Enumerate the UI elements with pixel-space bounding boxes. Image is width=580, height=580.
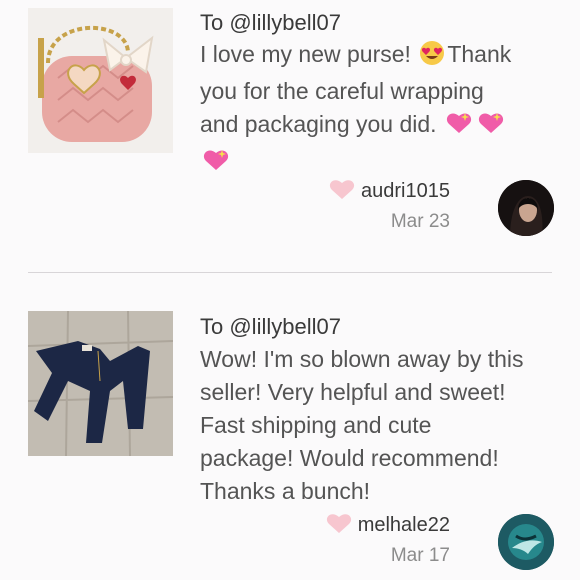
reviewer-username[interactable]: audri1015 (361, 180, 450, 203)
sparkling-heart-icon (445, 110, 473, 145)
review-meta: audri1015 Mar 23 (329, 178, 450, 233)
review-recipient: To @lillybell07 (200, 10, 341, 35)
review-recipient: To @lillybell07 (200, 314, 341, 339)
review-divider (28, 272, 552, 273)
review-card: To @lillybell07 Wow! I'm so blown away b… (0, 274, 580, 580)
avatar[interactable] (498, 180, 554, 236)
pink-purse-image[interactable] (28, 8, 173, 153)
review-date: Mar 17 (390, 545, 450, 566)
jeans-image[interactable] (28, 311, 173, 456)
heart-icon (326, 512, 352, 539)
sparkling-heart-icon (477, 110, 505, 145)
heart-eyes-emoji-icon (419, 40, 445, 75)
review-text: Wow! I'm so blown away by this seller! V… (200, 346, 524, 504)
sparkling-heart-icon (202, 147, 230, 182)
review-card: To @lillybell07 I love my new purse! Tha… (0, 0, 580, 272)
review-text: I love my new purse! Thank you for the c… (200, 38, 552, 182)
reviewer-username[interactable]: melhale22 (358, 514, 450, 537)
review-date: Mar 23 (390, 211, 450, 232)
heart-icon (329, 178, 355, 205)
review-meta: melhale22 Mar 17 (326, 512, 450, 567)
avatar[interactable] (498, 514, 554, 570)
